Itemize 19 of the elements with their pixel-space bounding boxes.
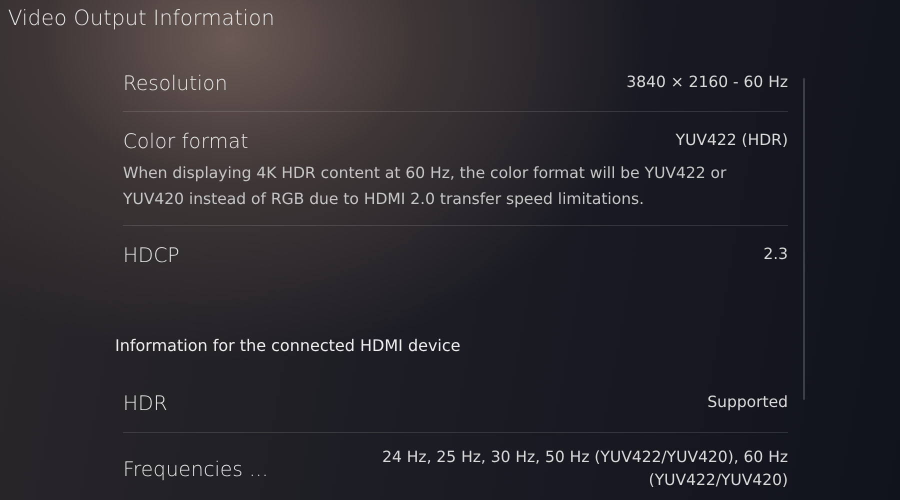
setting-row[interactable]: HDR Supported <box>123 378 788 433</box>
setting-label: Color format <box>123 128 248 155</box>
section-heading: Information for the connected HDMI device <box>115 335 462 357</box>
setting-description: When displaying 4K HDR content at 60 Hz, the color format will be YUV422 or YUV420 instead of RGB due to HDMI 2.0 transfer speed limitations. <box>123 163 728 210</box>
setting-row[interactable]: Resolution 3840 × 2160 - 60 Hz <box>123 58 788 112</box>
setting-label: Frequencies ... <box>123 456 268 483</box>
setting-row[interactable]: Frequencies ... 24 Hz, 25 Hz, 30 Hz, 50 Hz (YUV422/YUV420), 60 Hz (YUV422/YUV420) <box>123 433 788 492</box>
setting-row[interactable]: Color format YUV422 (HDR) When displaying 4K HDR content at 60 Hz, the color format will be YUV422 or YUV420 instead of RGB due to HDMI 2.0 transfer speed limitations. <box>123 112 788 226</box>
setting-value: 3840 × 2160 - 60 Hz <box>626 72 788 94</box>
setting-label: Resolution <box>123 70 228 97</box>
setting-value: YUV422 (HDR) <box>676 130 788 152</box>
setting-label: HDCP <box>123 242 180 269</box>
setting-value: Supported <box>707 392 788 414</box>
setting-row[interactable]: HDCP 2.3 <box>123 226 788 284</box>
setting-label: HDR <box>123 390 168 417</box>
setting-value: 2.3 <box>763 244 788 266</box>
setting-value: 24 Hz, 25 Hz, 30 Hz, 50 Hz (YUV422/YUV420), 60 Hz (YUV422/YUV420) <box>381 447 788 491</box>
scrollbar[interactable] <box>803 78 805 400</box>
page-title: Video Output Information <box>7 5 276 32</box>
